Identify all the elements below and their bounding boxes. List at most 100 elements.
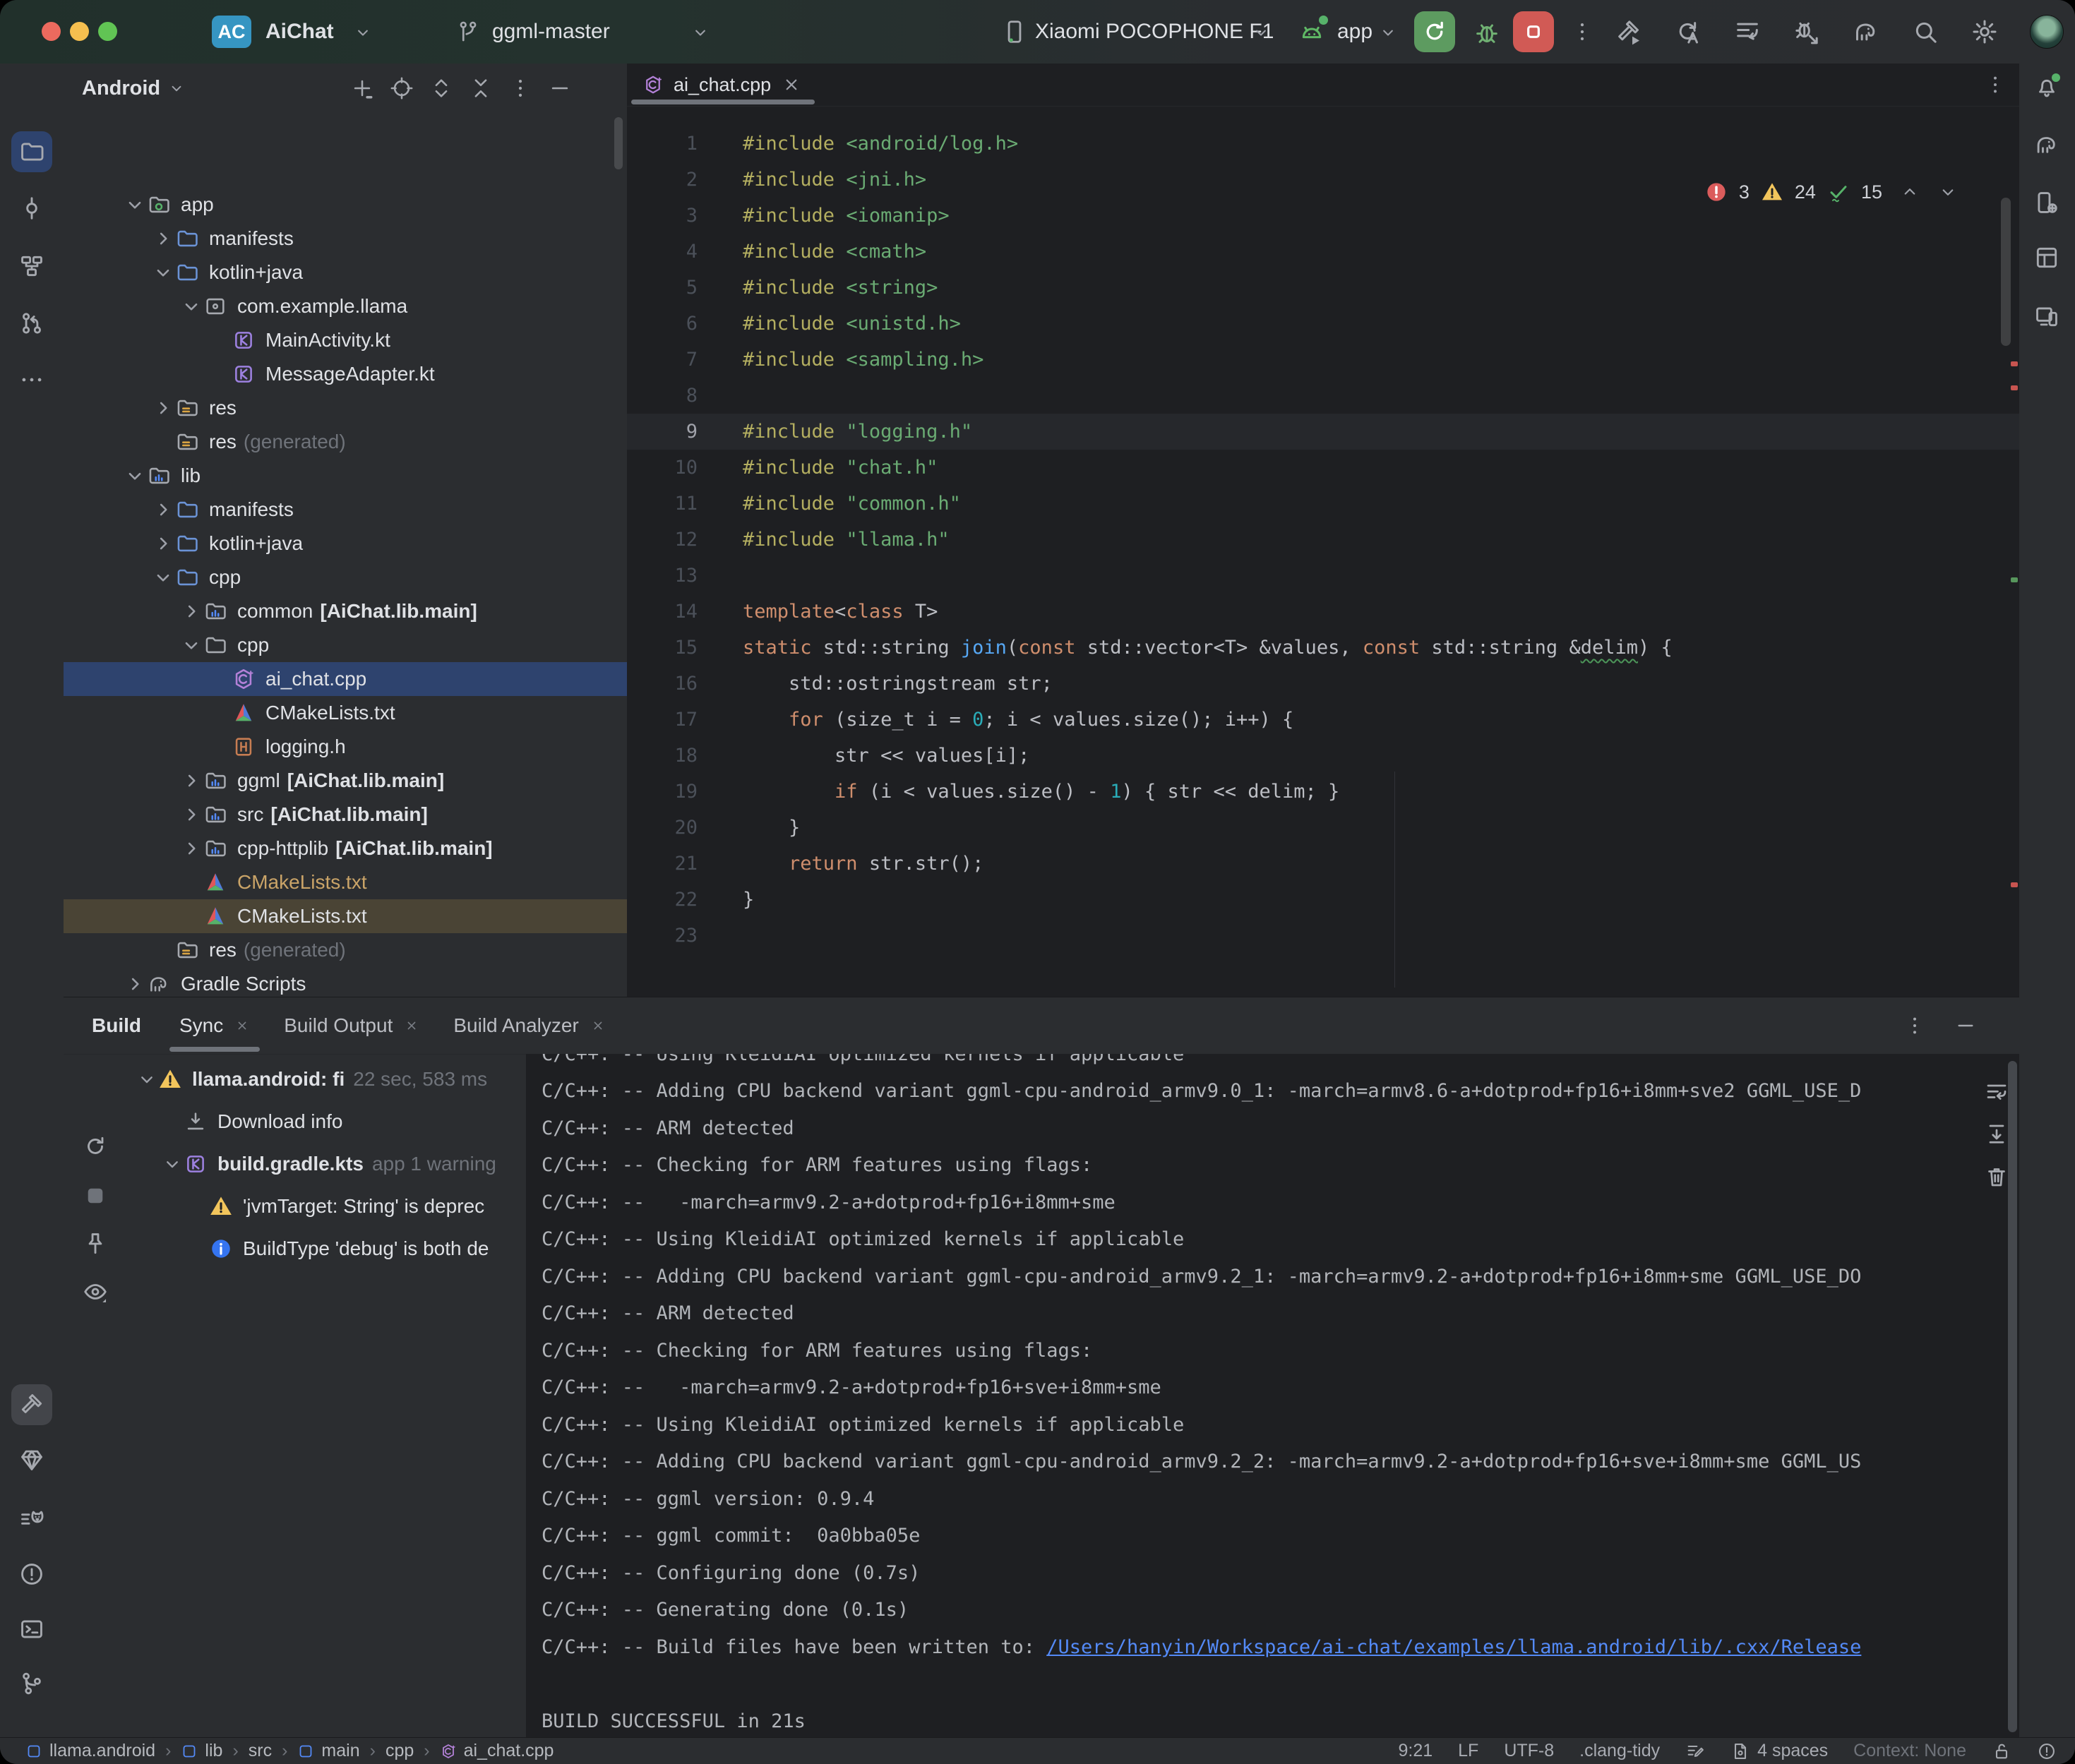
chevron-right-icon[interactable]	[179, 836, 203, 860]
tree-item-gradle-scripts[interactable]: Gradle Scripts	[64, 967, 627, 997]
settings-button[interactable]	[1971, 18, 1999, 46]
tool-stripe-project-folder[interactable]	[11, 131, 52, 172]
close-tab-icon[interactable]	[590, 1018, 606, 1033]
build-console[interactable]: C/C++: -- Using KleidiAI optimized kerne…	[526, 1054, 2019, 1738]
next-problem-button[interactable]	[1937, 181, 1959, 203]
code-line-12[interactable]: 12#include "llama.h"	[627, 522, 2019, 558]
sync-tree-item[interactable]: BuildType 'debug' is both de	[127, 1228, 526, 1270]
prev-problem-button[interactable]	[1899, 181, 1920, 203]
status-widget-context-none[interactable]: Context: None	[1853, 1741, 1966, 1761]
tree-item-res[interactable]: res(generated)	[64, 425, 627, 459]
tool-stripe-pull-requests[interactable]	[11, 303, 52, 344]
debug-button[interactable]	[1473, 18, 1501, 47]
tool-stripe-structure[interactable]	[11, 246, 52, 287]
code-line-16[interactable]: 16 std::ostringstream str;	[627, 666, 2019, 702]
add-button[interactable]	[350, 76, 374, 100]
console-link[interactable]: /Users/hanyin/Workspace/ai-chat/examples…	[1046, 1636, 1861, 1658]
change-stripe-mark[interactable]	[2011, 577, 2018, 582]
clear-button[interactable]	[1984, 1164, 2009, 1189]
build-tab-sync[interactable]: Sync	[162, 997, 267, 1054]
breadcrumb-item[interactable]: src	[249, 1741, 272, 1761]
tree-item-cmakelists-txt[interactable]: CMakeLists.txt	[64, 899, 627, 933]
tree-item-manifests[interactable]: manifests	[64, 222, 627, 256]
error-stripe-mark[interactable]	[2011, 882, 2018, 887]
chevron-down-icon[interactable]	[179, 294, 203, 318]
soft-wrap-button[interactable]	[1984, 1079, 2009, 1105]
inspection-widget[interactable]: 3 24 15	[1705, 176, 1959, 208]
tree-item-kotlin-java[interactable]: kotlin+java	[64, 256, 627, 289]
status-widget[interactable]	[2037, 1741, 2057, 1761]
avatar[interactable]	[2030, 15, 2064, 49]
sync-tree-item[interactable]: build.gradle.ktsapp 1 warning	[127, 1143, 526, 1185]
tool-stripe-terminal[interactable]	[11, 1609, 52, 1650]
code-line-1[interactable]: 1#include <android/log.h>	[627, 126, 2019, 162]
code-line-21[interactable]: 21 return str.str();	[627, 846, 2019, 882]
tree-item-res[interactable]: res	[64, 391, 627, 425]
tool-stripe-gradle[interactable]	[2026, 124, 2067, 165]
status-widget[interactable]	[1685, 1741, 1705, 1761]
chevron-right-icon[interactable]	[179, 769, 203, 793]
chevron-down-icon[interactable]	[123, 464, 147, 488]
zoom-window-button[interactable]	[98, 22, 117, 41]
stop-button[interactable]	[1513, 11, 1554, 52]
breadcrumb-item[interactable]: main	[297, 1741, 359, 1761]
profiler-button[interactable]	[1733, 18, 1762, 46]
tool-stripe-commit[interactable]	[11, 188, 52, 229]
tree-item-cpp-httplib[interactable]: cpp-httplib[AiChat.lib.main]	[64, 832, 627, 865]
breadcrumb-item[interactable]: ai_chat.cpp	[440, 1741, 554, 1761]
code-line-19[interactable]: 19 if (i < values.size() - 1) { str << d…	[627, 774, 2019, 810]
error-stripe-mark[interactable]	[2011, 361, 2018, 366]
tree-item-res[interactable]: res(generated)	[64, 933, 627, 967]
tool-stripe-device-manager[interactable]	[2026, 182, 2067, 223]
tree-item-ggml[interactable]: ggml[AiChat.lib.main]	[64, 764, 627, 798]
editor-options-button[interactable]	[1984, 73, 2007, 96]
hide-button[interactable]	[548, 76, 572, 100]
code-line-6[interactable]: 6#include <unistd.h>	[627, 306, 2019, 342]
locate-button[interactable]	[390, 76, 414, 100]
tool-stripe-problems[interactable]	[11, 1554, 52, 1595]
project-selector[interactable]: AiChat	[265, 0, 334, 64]
build-project-button[interactable]	[1615, 18, 1643, 46]
tree-item-src[interactable]: src[AiChat.lib.main]	[64, 798, 627, 832]
preview-eye-button[interactable]	[82, 1278, 109, 1305]
sync-tree-item[interactable]: Download info	[127, 1100, 526, 1143]
status-widget[interactable]	[1992, 1741, 2011, 1761]
project-tree-scrollbar[interactable]	[614, 117, 623, 169]
build-tab-build-analyzer[interactable]: Build Analyzer	[436, 997, 622, 1054]
tree-item-cpp[interactable]: cpp	[64, 628, 627, 662]
chevron-down-icon[interactable]	[151, 260, 175, 284]
tree-item-kotlin-java[interactable]: kotlin+java	[64, 527, 627, 560]
sync-tree-item[interactable]: llama.android: fi22 sec, 583 ms	[127, 1058, 526, 1100]
tool-stripe-layout-inspector[interactable]	[2026, 237, 2067, 278]
chevron-right-icon[interactable]	[151, 227, 175, 251]
code-line-4[interactable]: 4#include <cmath>	[627, 234, 2019, 270]
tool-stripe-running-devices[interactable]	[2026, 296, 2067, 337]
refresh-button[interactable]	[82, 1133, 109, 1160]
apply-changes-button[interactable]	[1674, 18, 1702, 46]
gradle-sync-button[interactable]	[1852, 18, 1880, 46]
console-scrollbar[interactable]	[2008, 1061, 2017, 1732]
tree-item-cpp[interactable]: cpp	[64, 560, 627, 594]
pin-button[interactable]	[82, 1230, 109, 1257]
code-line-5[interactable]: 5#include <string>	[627, 270, 2019, 306]
code-line-17[interactable]: 17 for (size_t i = 0; i < values.size();…	[627, 702, 2019, 738]
stop-square-button[interactable]	[82, 1182, 109, 1209]
status-widget-4-spaces[interactable]: 4 spaces	[1730, 1741, 1828, 1761]
status-widget-lf[interactable]: LF	[1458, 1741, 1478, 1761]
tree-item-manifests[interactable]: manifests	[64, 493, 627, 527]
hide-build-panel-button[interactable]	[1954, 1014, 1977, 1037]
chevron-down-icon[interactable]	[136, 1068, 158, 1091]
code-line-9[interactable]: 9#include "logging.h"	[627, 414, 2019, 450]
editor-tab[interactable]: ai_chat.cpp	[627, 64, 822, 106]
more-v-button[interactable]	[508, 76, 532, 100]
chevron-right-icon[interactable]	[151, 532, 175, 556]
status-widget-utf-8[interactable]: UTF-8	[1504, 1741, 1554, 1761]
tree-item-ai-chat-cpp[interactable]: ai_chat.cpp	[64, 662, 627, 696]
error-stripe-mark[interactable]	[2011, 385, 2018, 390]
chevron-down-icon[interactable]	[151, 565, 175, 589]
chevron-right-icon[interactable]	[151, 498, 175, 522]
code-line-15[interactable]: 15static std::string join(const std::vec…	[627, 630, 2019, 666]
minimize-window-button[interactable]	[70, 22, 89, 41]
code-line-14[interactable]: 14template<class T>	[627, 594, 2019, 630]
status-widget--clang-tidy[interactable]: .clang-tidy	[1579, 1741, 1660, 1761]
